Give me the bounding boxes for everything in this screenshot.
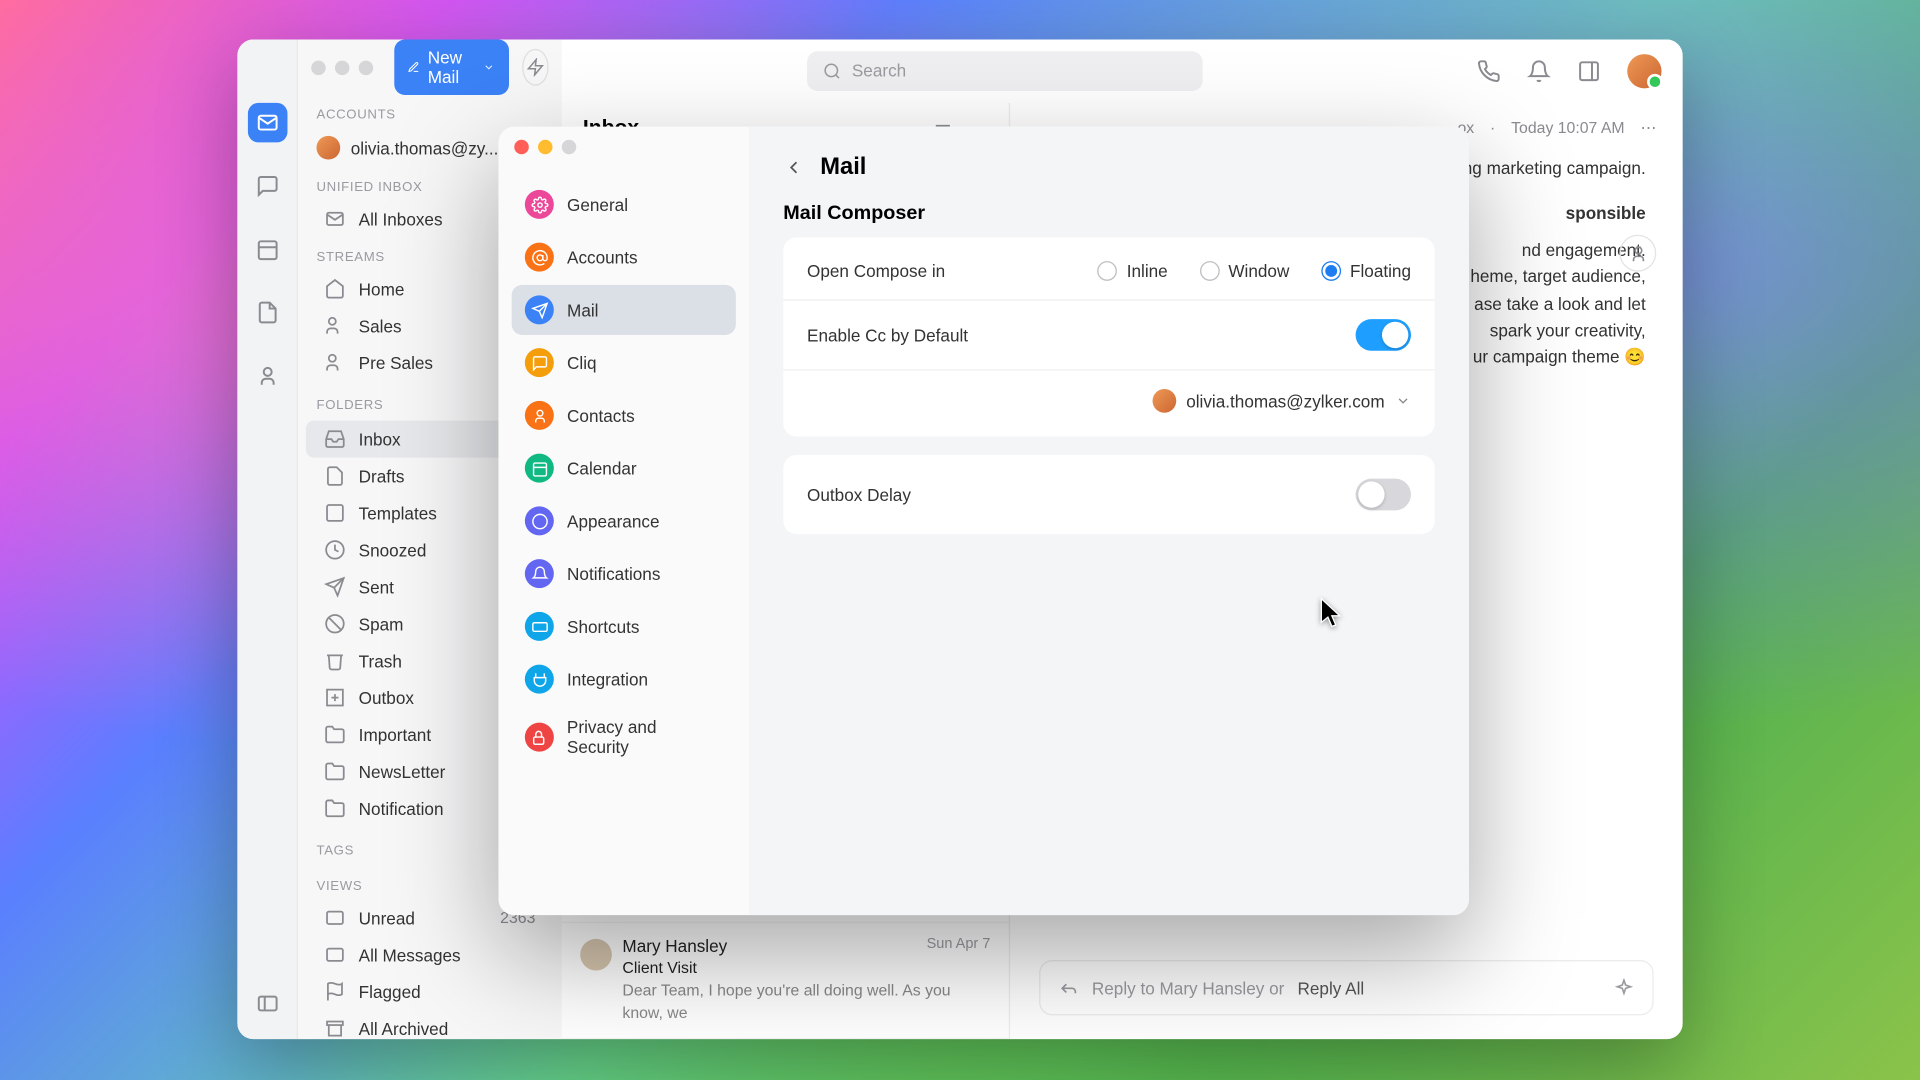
- bolt-icon: [526, 58, 544, 76]
- clock-icon: [324, 539, 345, 560]
- phone-icon[interactable]: [1477, 59, 1501, 83]
- users-icon: [324, 352, 345, 373]
- outbox-icon: [324, 687, 345, 708]
- traffic-lights[interactable]: [311, 60, 373, 75]
- radio-window[interactable]: Window: [1199, 261, 1289, 281]
- settings-content: Mail Mail Composer Open Compose in Inlin…: [749, 127, 1469, 916]
- message-item[interactable]: Mary Hansley Sun Apr 7 Client Visit Dear…: [562, 924, 1009, 1040]
- send-icon: [525, 295, 554, 324]
- inbox-icon: [324, 208, 345, 229]
- outbox-delay-toggle[interactable]: [1356, 479, 1411, 511]
- sidebar-view-archived[interactable]: All Archived: [306, 1010, 554, 1039]
- open-compose-label: Open Compose in: [807, 261, 1098, 281]
- archive-icon: [324, 1018, 345, 1039]
- sidebar-view-flagged[interactable]: Flagged: [306, 973, 554, 1010]
- settings-tab-general[interactable]: General: [512, 179, 736, 229]
- send-icon: [324, 576, 345, 597]
- rail-mail-icon[interactable]: [247, 103, 287, 143]
- account-avatar-icon: [1152, 389, 1176, 413]
- users-icon: [324, 315, 345, 336]
- compose-settings-card: Open Compose in Inline Window Floating E…: [783, 237, 1434, 436]
- outbox-delay-label: Outbox Delay: [807, 485, 1356, 505]
- home-icon: [324, 278, 345, 299]
- sender-avatar-icon: [580, 939, 612, 971]
- settings-tab-cliq[interactable]: Cliq: [512, 338, 736, 388]
- bell-icon[interactable]: [1527, 59, 1551, 83]
- new-mail-button[interactable]: New Mail: [394, 40, 508, 95]
- settings-tab-shortcuts[interactable]: Shortcuts: [512, 601, 736, 651]
- plug-icon: [525, 665, 554, 694]
- compose-icon: [407, 58, 419, 76]
- top-toolbar: Search: [562, 40, 1683, 103]
- settings-modal: General Accounts Mail Cliq Contacts Cale…: [498, 127, 1469, 916]
- profile-avatar[interactable]: [1627, 53, 1661, 87]
- inbox-icon: [324, 429, 345, 450]
- account-avatar-icon: [316, 136, 340, 160]
- reader-timestamp: Today 10:07 AM: [1511, 119, 1624, 137]
- sparkle-icon[interactable]: [1614, 978, 1634, 998]
- modal-traffic-lights[interactable]: [514, 140, 576, 155]
- gear-icon: [525, 190, 554, 219]
- lock-icon: [525, 723, 554, 752]
- radio-floating[interactable]: Floating: [1321, 261, 1411, 281]
- settings-section-label: Mail Composer: [783, 202, 1434, 224]
- settings-title: Mail: [820, 153, 866, 181]
- settings-tab-notifications[interactable]: Notifications: [512, 549, 736, 599]
- enable-cc-toggle[interactable]: [1356, 319, 1411, 351]
- mail-icon: [324, 944, 345, 965]
- file-icon: [324, 465, 345, 486]
- settings-sidebar: General Accounts Mail Cliq Contacts Cale…: [498, 127, 749, 916]
- enable-cc-label: Enable Cc by Default: [807, 325, 1356, 345]
- spam-icon: [324, 613, 345, 634]
- search-input[interactable]: Search: [807, 51, 1203, 91]
- search-icon: [823, 61, 841, 79]
- template-icon: [324, 502, 345, 523]
- calendar-icon: [525, 454, 554, 483]
- window-controls-bar: New Mail: [298, 40, 562, 95]
- rail-collapse-icon[interactable]: [247, 984, 287, 1024]
- contacts-icon: [525, 401, 554, 430]
- settings-tab-contacts[interactable]: Contacts: [512, 390, 736, 440]
- palette-icon: [525, 506, 554, 535]
- outbox-delay-card: Outbox Delay: [783, 455, 1434, 534]
- contact-info-button[interactable]: [1619, 235, 1656, 272]
- reader-more-icon[interactable]: ⋯: [1640, 119, 1656, 137]
- settings-tab-privacy[interactable]: Privacy and Security: [512, 707, 736, 768]
- reply-bar[interactable]: Reply to Mary Hansley or Reply All: [1039, 960, 1654, 1015]
- settings-tab-integration[interactable]: Integration: [512, 654, 736, 704]
- rail-tasks-icon[interactable]: [247, 293, 287, 333]
- settings-tab-appearance[interactable]: Appearance: [512, 496, 736, 546]
- rail-chat-icon[interactable]: [247, 166, 287, 206]
- bell-icon: [525, 559, 554, 588]
- at-icon: [525, 243, 554, 272]
- trash-icon: [324, 650, 345, 671]
- rail-contacts-icon[interactable]: [247, 356, 287, 396]
- radio-inline[interactable]: Inline: [1098, 261, 1168, 281]
- account-selector[interactable]: olivia.thomas@zylker.com: [1152, 389, 1411, 413]
- chevron-down-icon: [1395, 393, 1411, 409]
- reply-icon: [1059, 978, 1079, 998]
- panel-icon[interactable]: [1577, 59, 1601, 83]
- search-placeholder: Search: [852, 61, 906, 81]
- folder-icon: [324, 761, 345, 782]
- flag-icon: [324, 981, 345, 1002]
- mail-icon: [324, 907, 345, 928]
- left-rail: [237, 40, 298, 1040]
- new-mail-label: New Mail: [428, 47, 475, 87]
- chat-icon: [525, 348, 554, 377]
- folder-icon: [324, 798, 345, 819]
- chevron-down-icon: [483, 58, 495, 76]
- settings-tab-mail[interactable]: Mail: [512, 285, 736, 335]
- sidebar-view-all-messages[interactable]: All Messages: [306, 936, 554, 973]
- accounts-section-label: ACCOUNTS: [298, 95, 562, 128]
- account-email: olivia.thomas@zy...: [351, 138, 499, 158]
- folder-icon: [324, 724, 345, 745]
- keyboard-icon: [525, 612, 554, 641]
- quick-actions-button[interactable]: [522, 49, 549, 86]
- settings-tab-calendar[interactable]: Calendar: [512, 443, 736, 493]
- back-icon[interactable]: [783, 156, 804, 177]
- settings-tab-accounts[interactable]: Accounts: [512, 232, 736, 282]
- rail-calendar-icon[interactable]: [247, 229, 287, 269]
